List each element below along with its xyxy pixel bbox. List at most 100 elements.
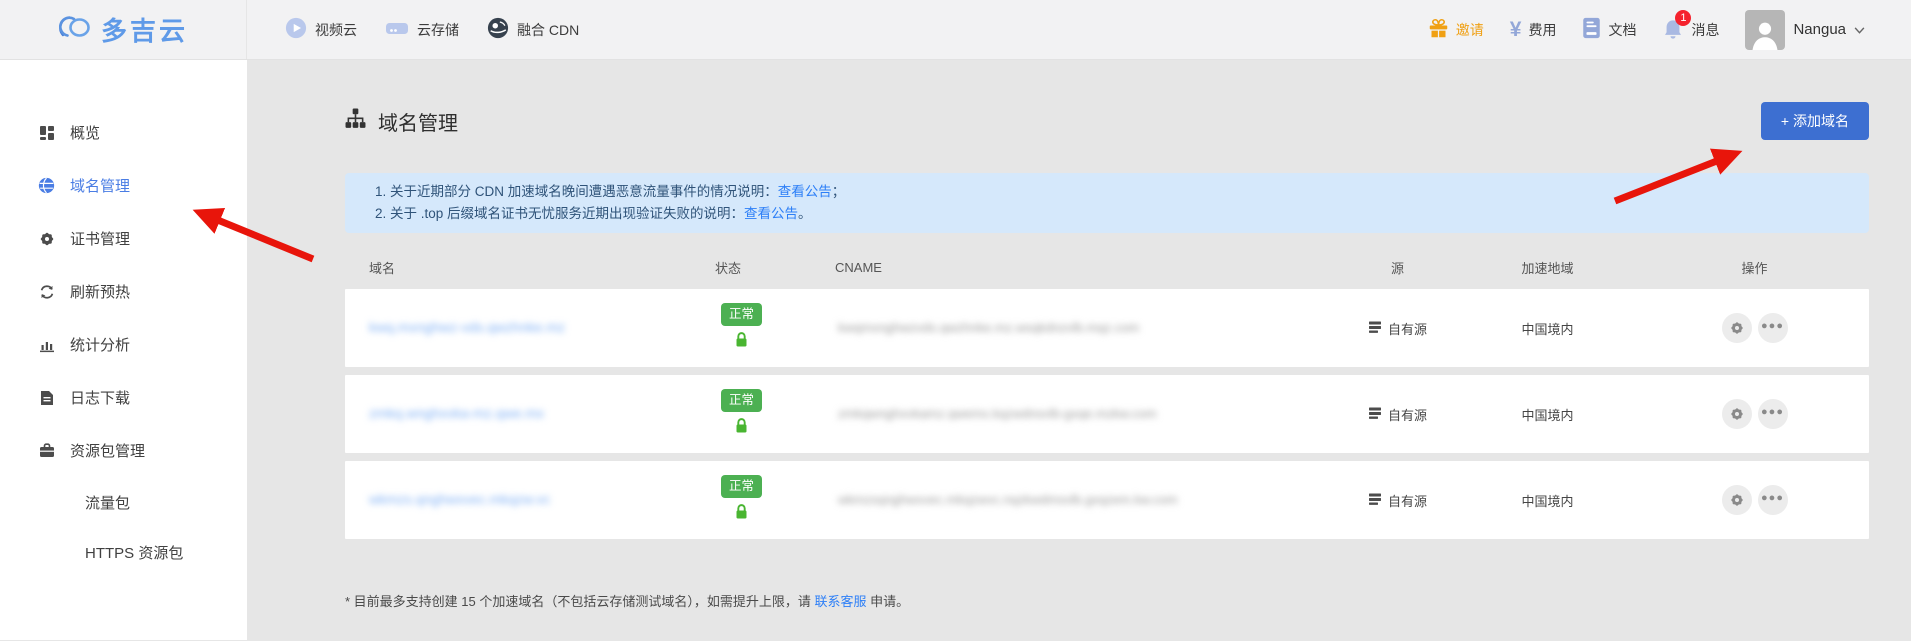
notice-text: 。	[798, 206, 812, 221]
top-bar: 多吉云 视频云 云存储 融合 CDN 邀请	[0, 0, 1911, 60]
sidebar-sub-label: 流量包	[85, 492, 130, 513]
storage-icon	[385, 18, 409, 41]
region-cell: 中国境内	[1455, 491, 1640, 510]
contact-support-link[interactable]: 联系客服	[814, 594, 866, 609]
col-header-actions: 操作	[1640, 258, 1869, 277]
globe-icon	[38, 177, 55, 194]
quota-footnote: * 目前最多支持创建 15 个加速域名（不包括云存储测试域名），如需提升上限，请…	[345, 591, 1869, 610]
sidebar-label: 概览	[70, 122, 100, 143]
more-actions-button[interactable]: ●●●	[1758, 399, 1788, 429]
status-badge: 正常	[721, 389, 762, 411]
actions-cell: ●●●	[1640, 485, 1869, 515]
notice-text: 2. 关于 .top 后缀域名证书无忧服务近期出现验证失败的说明：	[375, 206, 744, 221]
docs-label: 文档	[1608, 20, 1636, 40]
notice-line-2: 2. 关于 .top 后缀域名证书无忧服务近期出现验证失败的说明：查看公告。	[375, 203, 1849, 225]
source-label: 自有源	[1388, 491, 1427, 510]
source-cell: 自有源	[1340, 405, 1455, 424]
sidebar-label: 日志下载	[70, 387, 130, 408]
sidebar-label: 域名管理	[70, 175, 130, 196]
add-domain-button[interactable]: + 添加域名	[1761, 102, 1869, 140]
server-stack-icon	[1368, 320, 1382, 337]
chevron-down-icon	[1854, 21, 1865, 38]
messages-label: 消息	[1691, 20, 1719, 40]
source-label: 自有源	[1388, 405, 1427, 424]
nav-label: 融合 CDN	[517, 20, 579, 40]
actions-cell: ●●●	[1640, 313, 1869, 343]
settings-gear-button[interactable]	[1722, 313, 1752, 343]
notice-text: ；	[832, 184, 846, 199]
footnote-text: 申请。	[866, 594, 909, 609]
source-cell: 自有源	[1340, 319, 1455, 338]
more-actions-button[interactable]: ●●●	[1758, 313, 1788, 343]
https-lock-icon	[734, 503, 749, 525]
sidebar-item-resource-packages[interactable]: 资源包管理	[0, 424, 247, 477]
refresh-icon	[38, 283, 55, 300]
top-right-actions: 邀请 ¥ 费用 文档 1 消息 Nangua	[1428, 10, 1911, 50]
sidebar-label: 刷新预热	[70, 281, 130, 302]
logo-area: 多吉云	[0, 0, 247, 59]
status-badge: 正常	[721, 475, 762, 497]
page-header: 域名管理 + 添加域名	[345, 92, 1869, 150]
table-row: kwq.mxnghwz-vds.qwzhnke.mz 正常 kwqmxnghwz…	[345, 289, 1869, 367]
docs-button[interactable]: 文档	[1582, 17, 1636, 42]
https-lock-icon	[734, 417, 749, 439]
domain-link-redacted[interactable]: wkmzs.qnghwxvec.mkqzw.vc	[369, 491, 550, 507]
brand-logo[interactable]: 多吉云	[58, 11, 188, 48]
nav-item-video-cloud[interactable]: 视频云	[285, 17, 357, 42]
username: Nangua	[1793, 21, 1846, 38]
ellipsis-icon: ●●●	[1761, 321, 1784, 336]
sidebar-item-purge-prefetch[interactable]: 刷新预热	[0, 265, 247, 318]
sidebar-sub-label: HTTPS 资源包	[85, 542, 183, 563]
bar-chart-icon	[38, 336, 55, 353]
sidebar-item-certificates[interactable]: 证书管理	[0, 212, 247, 265]
nav-label: 视频云	[315, 20, 357, 40]
seal-badge-icon	[38, 230, 55, 247]
settings-gear-button[interactable]	[1722, 399, 1752, 429]
view-announcement-link[interactable]: 查看公告	[778, 184, 832, 199]
cname-redacted: kwqmxnghwzvds.qwzhnke.mz.wsqkdnzvlb.mqz.…	[838, 320, 1139, 335]
briefcase-icon	[38, 442, 55, 459]
cname-redacted: zmkqwnghxvkamz.qwemx.kqzwdnsvlb-gxqe.mzk…	[838, 406, 1157, 421]
col-header-status: 状态	[715, 258, 835, 277]
play-circle-icon	[285, 17, 307, 42]
settings-gear-button[interactable]	[1722, 485, 1752, 515]
view-announcement-link[interactable]: 查看公告	[744, 206, 798, 221]
status-cell: 正常	[721, 389, 762, 438]
sidebar-item-overview[interactable]: 概览	[0, 106, 247, 159]
bell-icon: 1	[1662, 18, 1684, 41]
invite-label: 邀请	[1456, 20, 1484, 40]
brand-name: 多吉云	[101, 11, 188, 48]
sidebar-subitem-https-package[interactable]: HTTPS 资源包	[0, 527, 247, 577]
user-menu[interactable]: Nangua	[1745, 10, 1865, 50]
sidebar-item-domain-management[interactable]: 域名管理	[0, 159, 247, 212]
avatar	[1745, 10, 1785, 50]
sidebar-subitem-traffic-package[interactable]: 流量包	[0, 477, 247, 527]
globe-dark-icon	[487, 17, 509, 42]
domain-link-redacted[interactable]: kwq.mxnghwz-vds.qwzhnke.mz	[369, 319, 565, 335]
more-actions-button[interactable]: ●●●	[1758, 485, 1788, 515]
notice-text: 1. 关于近期部分 CDN 加速域名晚间遭遇恶意流量事件的情况说明：	[375, 184, 778, 199]
sidebar: 概览 域名管理 证书管理 刷新预热 统计分析	[0, 60, 247, 640]
col-header-domain: 域名	[345, 258, 715, 277]
notice-line-1: 1. 关于近期部分 CDN 加速域名晚间遭遇恶意流量事件的情况说明：查看公告；	[375, 181, 1849, 203]
invite-button[interactable]: 邀请	[1428, 18, 1484, 42]
notice-banner: 1. 关于近期部分 CDN 加速域名晚间遭遇恶意流量事件的情况说明：查看公告； …	[345, 173, 1869, 233]
https-lock-icon	[734, 331, 749, 353]
yen-icon: ¥	[1510, 19, 1522, 40]
sidebar-label: 统计分析	[70, 334, 130, 355]
nav-item-cloud-storage[interactable]: 云存储	[385, 18, 459, 41]
nav-item-cdn[interactable]: 融合 CDN	[487, 17, 579, 42]
domain-link-redacted[interactable]: zmkq.wnghxvka-mz.qwe.mx	[369, 405, 544, 421]
col-header-region: 加速地域	[1455, 258, 1640, 277]
cname-redacted: wkmzsqnghwxvec.mkqzwvc.nqzkwdmsvlb.gxqze…	[838, 492, 1178, 507]
source-cell: 自有源	[1340, 491, 1455, 510]
sidebar-item-statistics[interactable]: 统计分析	[0, 318, 247, 371]
messages-button[interactable]: 1 消息	[1662, 18, 1719, 41]
status-cell: 正常	[721, 475, 762, 524]
sidebar-item-log-download[interactable]: 日志下载	[0, 371, 247, 424]
billing-button[interactable]: ¥ 费用	[1510, 19, 1557, 40]
document-icon	[1582, 17, 1601, 42]
sidebar-label: 资源包管理	[70, 440, 145, 461]
message-count-badge: 1	[1675, 10, 1691, 26]
sitemap-icon	[345, 108, 366, 135]
